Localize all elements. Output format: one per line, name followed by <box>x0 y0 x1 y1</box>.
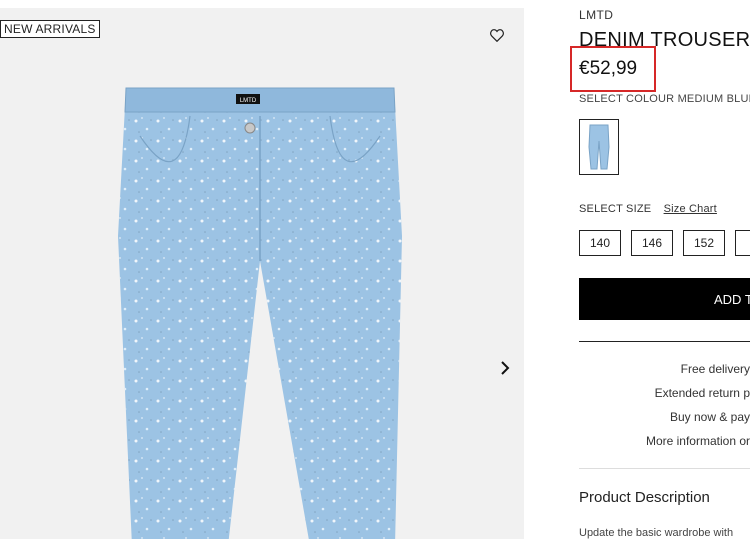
chevron-right-icon[interactable] <box>495 358 515 378</box>
divider <box>579 341 750 342</box>
info-extended-return: Extended return p <box>654 386 750 400</box>
add-to-bag-button[interactable]: ADD T <box>579 278 750 320</box>
colour-label: SELECT COLOUR MEDIUM BLUE <box>579 93 750 105</box>
size-option-152[interactable]: 152 <box>683 230 725 256</box>
product-description-heading[interactable]: Product Description <box>579 489 710 506</box>
brand-name: LMTD <box>579 8 614 22</box>
size-chart-link[interactable]: Size Chart <box>664 203 717 215</box>
product-image: LMTD <box>118 87 402 539</box>
new-arrivals-badge: NEW ARRIVALS <box>0 20 100 38</box>
info-more-information[interactable]: More information or <box>579 433 750 457</box>
size-option-146[interactable]: 146 <box>631 230 673 256</box>
size-option-partial[interactable]: 1 <box>735 230 750 256</box>
jeans-label: LMTD <box>240 98 257 104</box>
info-buy-now-pay: Buy now & pay <box>669 410 750 424</box>
product-description-text: Update the basic wardrobe with <box>579 527 734 539</box>
product-price: €52,99 <box>579 58 638 79</box>
info-list: Free delivery Extended return p Buy now … <box>579 361 750 457</box>
product-gallery: NEW ARRIVALS LMTD <box>0 8 524 539</box>
size-option-140[interactable]: 140 <box>579 230 621 256</box>
size-label: SELECT SIZE <box>579 203 652 215</box>
divider-light <box>579 468 750 469</box>
info-free-delivery: Free delivery <box>680 362 750 376</box>
heart-icon[interactable] <box>486 24 508 46</box>
size-options: 140 146 152 1 <box>579 230 750 256</box>
size-header: SELECT SIZE Size Chart <box>579 203 717 215</box>
colour-swatch[interactable] <box>579 119 619 175</box>
